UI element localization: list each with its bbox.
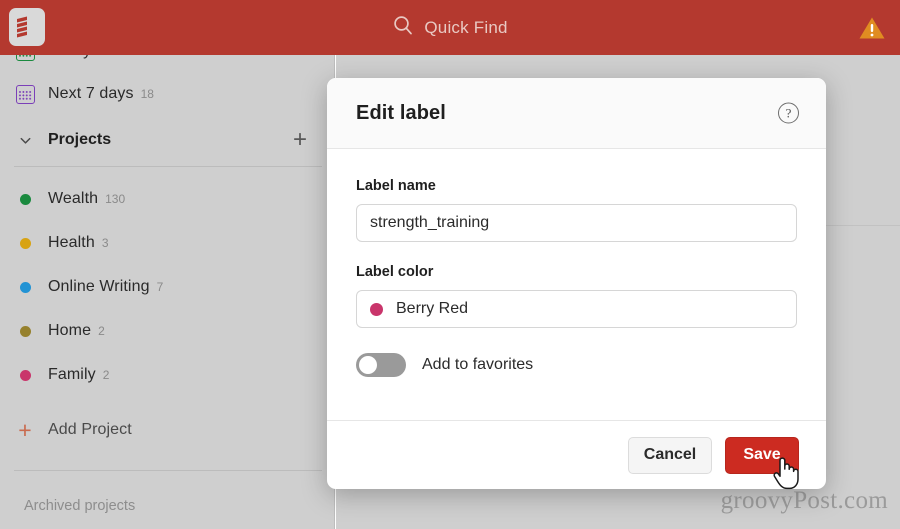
sidebar-project-online-writing-count: 7 bbox=[156, 280, 164, 294]
app-header: Quick Find bbox=[0, 0, 900, 55]
toggle-knob bbox=[359, 356, 377, 374]
sidebar-project-wealth[interactable]: Wealth 130 bbox=[0, 184, 335, 214]
add-project-button[interactable]: + Add Project bbox=[0, 415, 335, 445]
search-icon bbox=[392, 14, 414, 41]
sidebar-bottom-divider bbox=[14, 470, 322, 471]
sidebar-project-home-label: Home bbox=[48, 322, 92, 339]
sidebar-item-next-7-days-label: Next 7 days bbox=[48, 85, 134, 102]
warning-triangle-icon[interactable] bbox=[858, 15, 886, 41]
dialog-footer: Cancel Save bbox=[327, 420, 826, 489]
dialog-title: Edit label bbox=[356, 101, 446, 124]
plus-icon: + bbox=[18, 416, 32, 443]
sidebar-project-online-writing-label: Online Writing bbox=[48, 278, 150, 295]
app-window: Today 5 Next 7 days 18 Projects + Weal bbox=[0, 0, 900, 529]
sidebar-project-wealth-count: 130 bbox=[105, 192, 126, 206]
add-to-favorites-toggle[interactable] bbox=[356, 353, 406, 377]
color-swatch-icon bbox=[370, 302, 383, 316]
cancel-button[interactable]: Cancel bbox=[628, 436, 712, 474]
sidebar-project-home[interactable]: Home 2 bbox=[0, 316, 335, 346]
label-color-select[interactable]: Berry Red bbox=[356, 290, 797, 328]
project-color-dot-icon bbox=[14, 276, 36, 298]
label-color-value: Berry Red bbox=[396, 300, 469, 317]
sidebar-project-family-label: Family bbox=[48, 366, 96, 383]
sidebar-item-next-7-days[interactable]: Next 7 days 18 bbox=[0, 79, 335, 109]
project-color-dot-icon bbox=[14, 364, 36, 386]
watermark: groovyPost.com bbox=[720, 487, 888, 514]
sidebar-project-health-count: 3 bbox=[101, 236, 109, 250]
chevron-down-icon[interactable] bbox=[14, 129, 36, 151]
save-button[interactable]: Save bbox=[725, 436, 799, 474]
sidebar-project-family-count: 2 bbox=[102, 368, 110, 382]
sidebar: Today 5 Next 7 days 18 Projects + Weal bbox=[0, 0, 335, 529]
edit-label-dialog: Edit label ? Label name strength_trainin… bbox=[327, 78, 826, 489]
add-to-favorites-row[interactable]: Add to favorites bbox=[356, 353, 797, 377]
add-project-plus-icon[interactable]: + bbox=[289, 128, 311, 152]
sidebar-project-family[interactable]: Family 2 bbox=[0, 360, 335, 390]
sidebar-project-online-writing[interactable]: Online Writing 7 bbox=[0, 272, 335, 302]
project-color-dot-icon bbox=[14, 320, 36, 342]
sidebar-divider bbox=[14, 166, 322, 167]
add-project-label: Add Project bbox=[48, 421, 132, 438]
calendar-week-icon bbox=[14, 83, 36, 105]
add-to-favorites-label: Add to favorites bbox=[422, 356, 534, 373]
quick-find-placeholder: Quick Find bbox=[424, 17, 508, 37]
dialog-body: Label name strength_training Label color… bbox=[327, 149, 826, 377]
dialog-header: Edit label ? bbox=[327, 78, 826, 149]
label-color-field-label: Label color bbox=[356, 264, 434, 280]
help-question-icon[interactable]: ? bbox=[778, 102, 799, 124]
project-color-dot-icon bbox=[14, 232, 36, 254]
label-name-field-label: Label name bbox=[356, 178, 436, 194]
projects-section-title: Projects bbox=[48, 131, 112, 148]
sidebar-project-health-label: Health bbox=[48, 234, 95, 251]
sidebar-project-health[interactable]: Health 3 bbox=[0, 228, 335, 258]
sidebar-project-home-count: 2 bbox=[98, 324, 105, 338]
sidebar-project-wealth-label: Wealth bbox=[48, 190, 99, 207]
label-name-input[interactable]: strength_training bbox=[356, 204, 797, 242]
sidebar-item-next-7-days-count: 18 bbox=[140, 87, 154, 101]
quick-find-bar[interactable]: Quick Find bbox=[0, 0, 900, 55]
project-color-dot-icon bbox=[14, 188, 36, 210]
archived-projects-link[interactable]: Archived projects bbox=[24, 498, 135, 514]
projects-section-header[interactable]: Projects + bbox=[0, 124, 335, 156]
